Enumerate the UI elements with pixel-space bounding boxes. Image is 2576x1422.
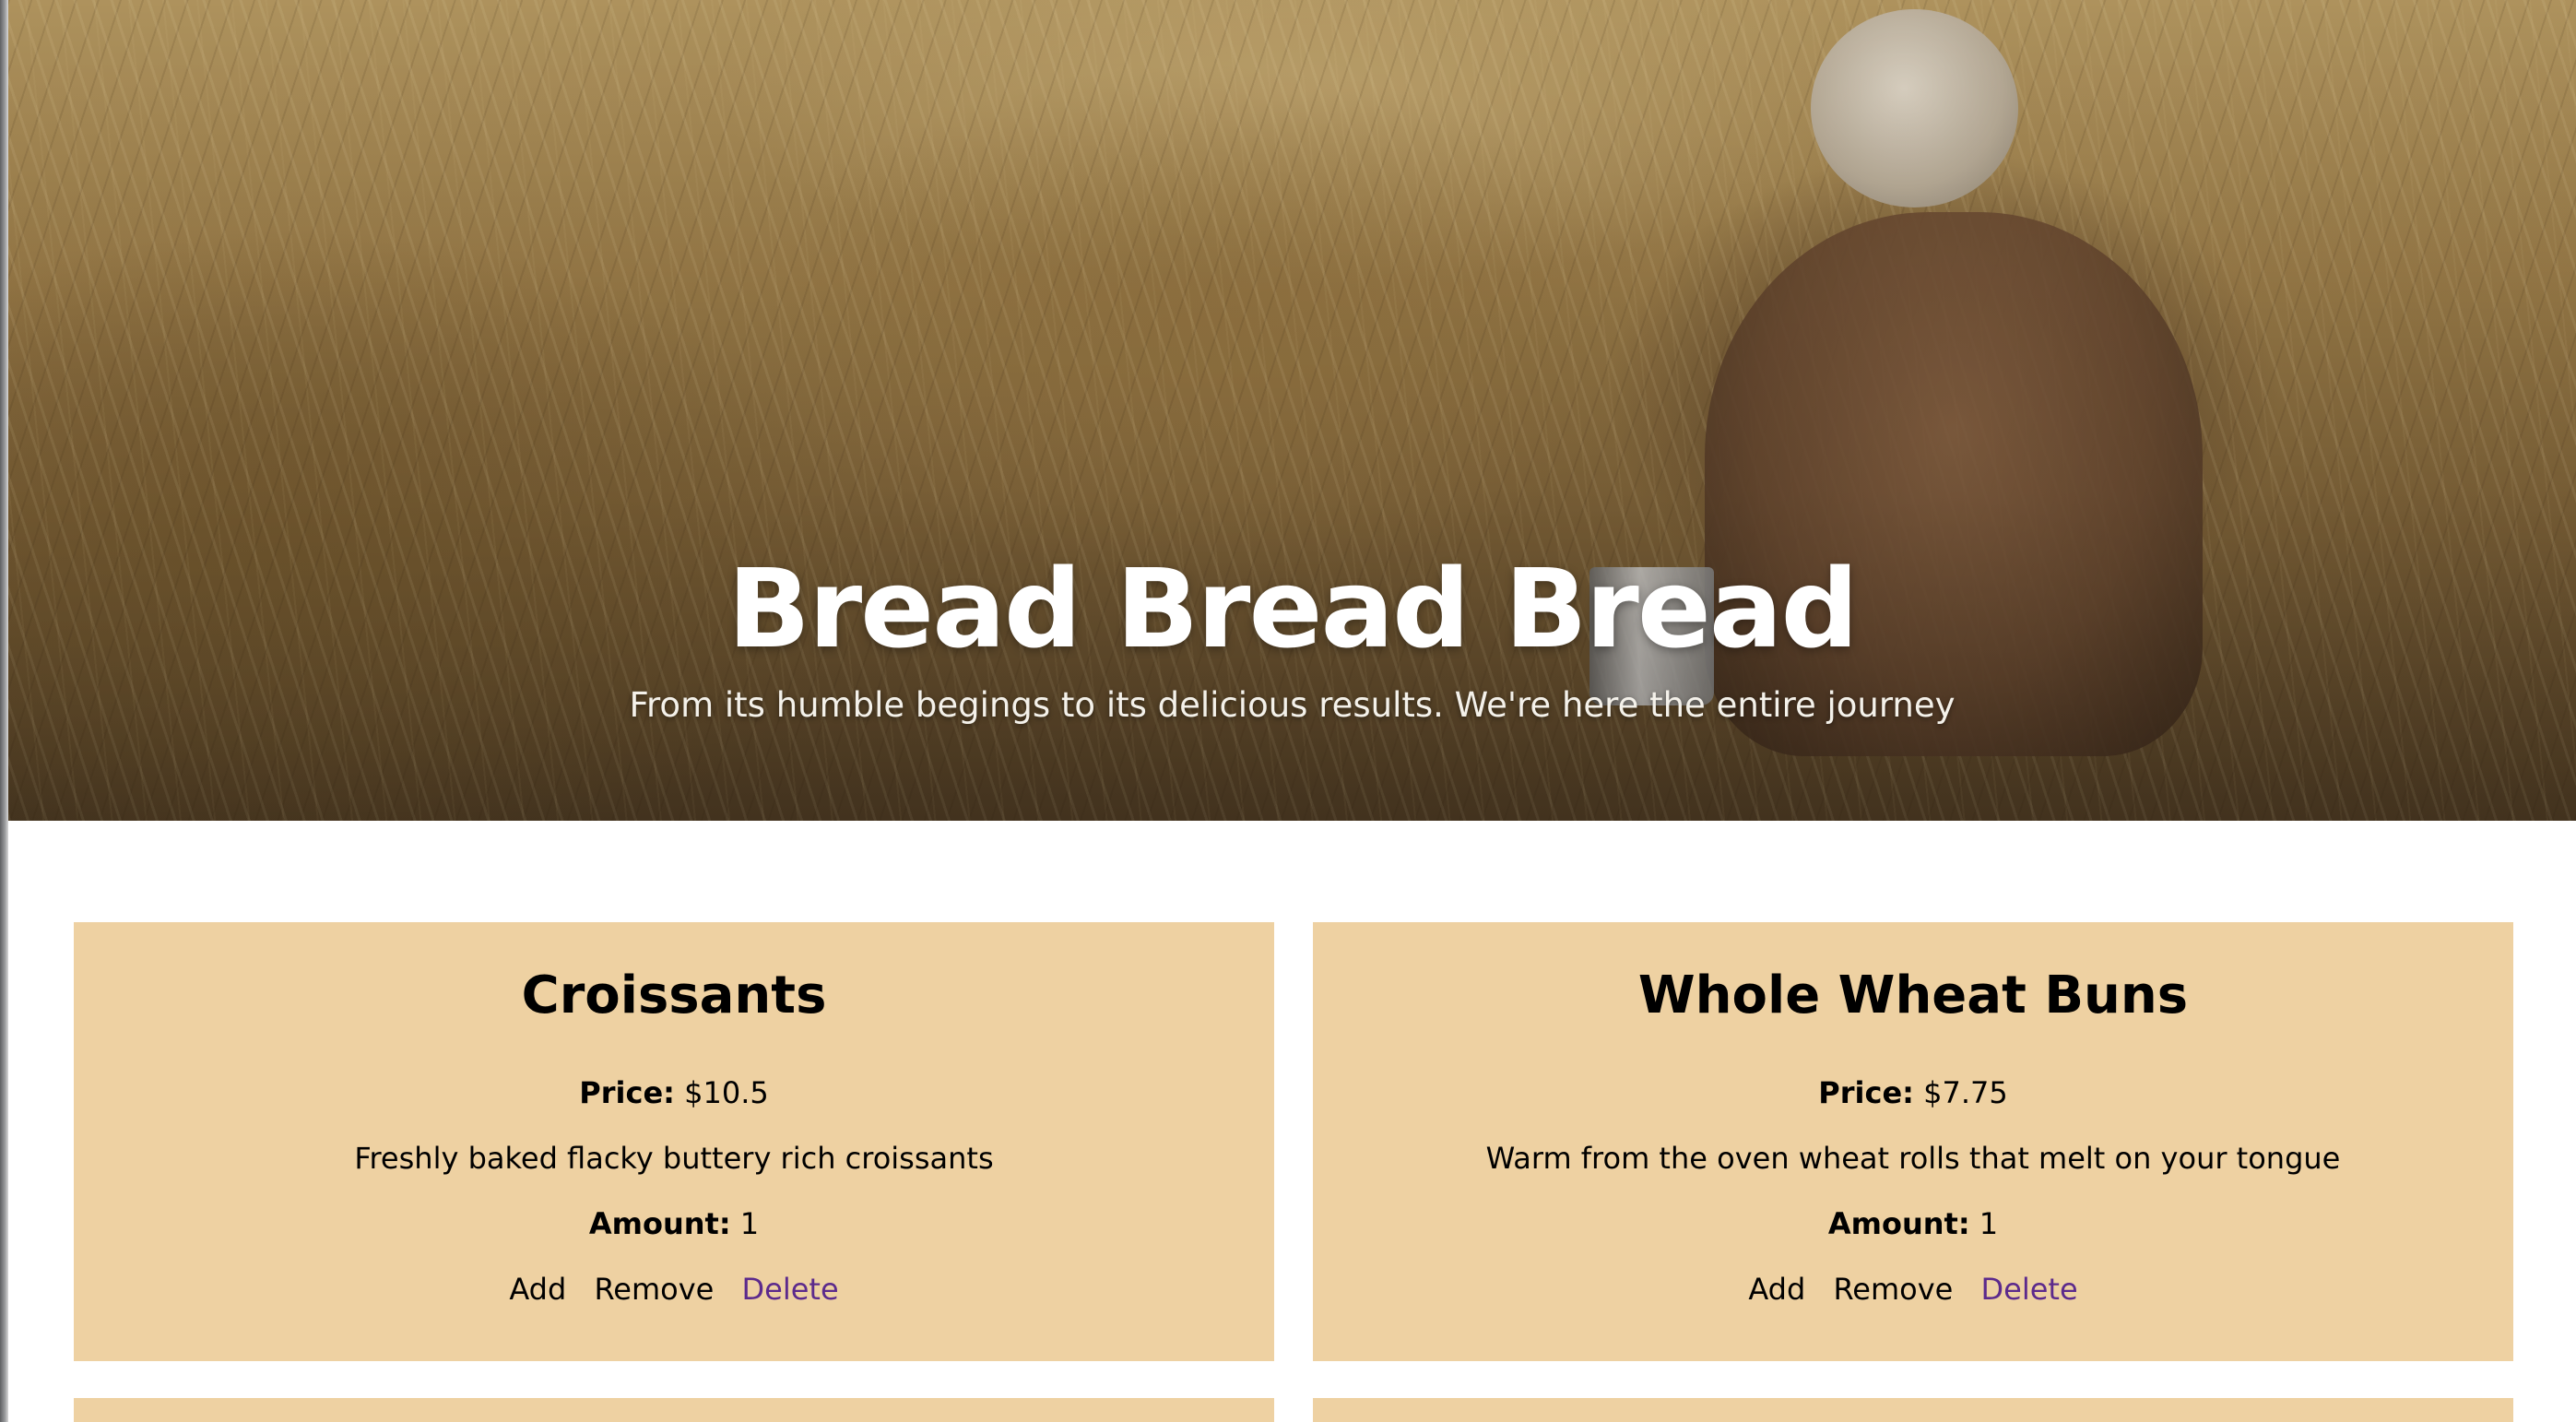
product-price: Price: $7.75 [1313, 1061, 2513, 1126]
amount-value: 1 [1979, 1206, 1999, 1241]
product-card-partial [74, 1398, 1274, 1422]
product-name: Whole Wheat Buns [1637, 966, 2189, 1025]
product-grid: Croissants Price: $10.5 Freshly baked fl… [74, 922, 2513, 1422]
page: Bread Bread Bread From its humble beging… [0, 0, 2576, 1422]
delete-button[interactable]: Delete [1972, 1272, 2087, 1307]
product-description: Warm from the oven wheat rolls that melt… [1485, 1141, 2341, 1176]
add-button[interactable]: Add [1739, 1272, 1814, 1307]
delete-button[interactable]: Delete [733, 1272, 848, 1307]
product-price: Price: $10.5 [74, 1061, 1274, 1126]
amount-value: 1 [739, 1206, 760, 1241]
product-amount: Amount: 1 [1313, 1191, 2513, 1257]
price-label: Price: [1818, 1075, 1914, 1110]
product-card-croissants: Croissants Price: $10.5 Freshly baked fl… [74, 922, 1274, 1361]
hero-title: Bread Bread Bread [727, 545, 1859, 672]
window-edge [0, 0, 8, 1422]
remove-button[interactable]: Remove [1824, 1272, 1962, 1307]
product-actions: Add Remove Delete [1313, 1257, 2513, 1322]
product-name: Croissants [521, 966, 827, 1025]
product-actions: Add Remove Delete [74, 1257, 1274, 1322]
product-card-whole-wheat-buns: Whole Wheat Buns Price: $7.75 Warm from … [1313, 922, 2513, 1361]
remove-button[interactable]: Remove [585, 1272, 723, 1307]
product-amount: Amount: 1 [74, 1191, 1274, 1257]
amount-label: Amount: [588, 1206, 731, 1241]
product-card-partial [1313, 1398, 2513, 1422]
price-value: $10.5 [684, 1075, 769, 1110]
hero-subtitle: From its humble begings to its delicious… [629, 685, 1956, 725]
product-description: Freshly baked flacky buttery rich croiss… [354, 1141, 994, 1176]
amount-label: Amount: [1827, 1206, 1970, 1241]
add-button[interactable]: Add [500, 1272, 575, 1307]
price-value: $7.75 [1923, 1075, 2008, 1110]
price-label: Price: [579, 1075, 675, 1110]
hero-banner: Bread Bread Bread From its humble beging… [8, 0, 2576, 821]
